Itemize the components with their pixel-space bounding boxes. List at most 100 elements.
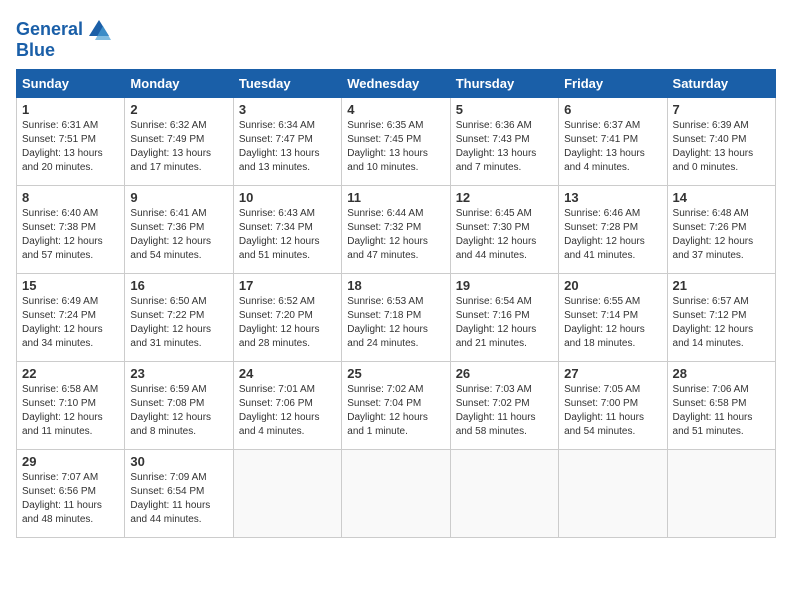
day-number: 29 bbox=[22, 454, 119, 469]
day-number: 19 bbox=[456, 278, 553, 293]
day-cell-7: 7 Sunrise: 6:39 AMSunset: 7:40 PMDayligh… bbox=[667, 98, 775, 186]
calendar-week-4: 29 Sunrise: 7:07 AMSunset: 6:56 PMDaylig… bbox=[17, 450, 776, 538]
weekday-header-monday: Monday bbox=[125, 70, 233, 98]
day-number: 13 bbox=[564, 190, 661, 205]
day-detail: Sunrise: 6:43 AMSunset: 7:34 PMDaylight:… bbox=[239, 208, 320, 261]
calendar-week-3: 22 Sunrise: 6:58 AMSunset: 7:10 PMDaylig… bbox=[17, 362, 776, 450]
day-detail: Sunrise: 6:32 AMSunset: 7:49 PMDaylight:… bbox=[130, 120, 211, 173]
day-number: 10 bbox=[239, 190, 336, 205]
day-number: 26 bbox=[456, 366, 553, 381]
day-number: 1 bbox=[22, 102, 119, 117]
page-header: General Blue bbox=[16, 16, 776, 61]
day-detail: Sunrise: 6:57 AMSunset: 7:12 PMDaylight:… bbox=[673, 296, 754, 349]
logo-text: General bbox=[16, 20, 83, 40]
empty-cell bbox=[559, 450, 667, 538]
day-number: 27 bbox=[564, 366, 661, 381]
day-cell-17: 17 Sunrise: 6:52 AMSunset: 7:20 PMDaylig… bbox=[233, 274, 341, 362]
day-cell-19: 19 Sunrise: 6:54 AMSunset: 7:16 PMDaylig… bbox=[450, 274, 558, 362]
weekday-header-wednesday: Wednesday bbox=[342, 70, 450, 98]
day-cell-2: 2 Sunrise: 6:32 AMSunset: 7:49 PMDayligh… bbox=[125, 98, 233, 186]
day-cell-11: 11 Sunrise: 6:44 AMSunset: 7:32 PMDaylig… bbox=[342, 186, 450, 274]
day-number: 12 bbox=[456, 190, 553, 205]
day-detail: Sunrise: 7:02 AMSunset: 7:04 PMDaylight:… bbox=[347, 384, 428, 437]
day-detail: Sunrise: 6:53 AMSunset: 7:18 PMDaylight:… bbox=[347, 296, 428, 349]
day-cell-24: 24 Sunrise: 7:01 AMSunset: 7:06 PMDaylig… bbox=[233, 362, 341, 450]
day-detail: Sunrise: 6:58 AMSunset: 7:10 PMDaylight:… bbox=[22, 384, 103, 437]
day-cell-15: 15 Sunrise: 6:49 AMSunset: 7:24 PMDaylig… bbox=[17, 274, 125, 362]
day-detail: Sunrise: 6:49 AMSunset: 7:24 PMDaylight:… bbox=[22, 296, 103, 349]
day-detail: Sunrise: 6:31 AMSunset: 7:51 PMDaylight:… bbox=[22, 120, 103, 173]
logo-icon bbox=[85, 16, 113, 44]
day-cell-1: 1 Sunrise: 6:31 AMSunset: 7:51 PMDayligh… bbox=[17, 98, 125, 186]
day-detail: Sunrise: 6:40 AMSunset: 7:38 PMDaylight:… bbox=[22, 208, 103, 261]
day-number: 11 bbox=[347, 190, 444, 205]
day-number: 16 bbox=[130, 278, 227, 293]
day-cell-18: 18 Sunrise: 6:53 AMSunset: 7:18 PMDaylig… bbox=[342, 274, 450, 362]
day-detail: Sunrise: 6:34 AMSunset: 7:47 PMDaylight:… bbox=[239, 120, 320, 173]
day-detail: Sunrise: 6:50 AMSunset: 7:22 PMDaylight:… bbox=[130, 296, 211, 349]
day-number: 8 bbox=[22, 190, 119, 205]
day-cell-28: 28 Sunrise: 7:06 AMSunset: 6:58 PMDaylig… bbox=[667, 362, 775, 450]
day-number: 30 bbox=[130, 454, 227, 469]
day-number: 23 bbox=[130, 366, 227, 381]
day-number: 14 bbox=[673, 190, 770, 205]
day-number: 6 bbox=[564, 102, 661, 117]
day-detail: Sunrise: 6:41 AMSunset: 7:36 PMDaylight:… bbox=[130, 208, 211, 261]
day-number: 18 bbox=[347, 278, 444, 293]
day-cell-14: 14 Sunrise: 6:48 AMSunset: 7:26 PMDaylig… bbox=[667, 186, 775, 274]
day-cell-3: 3 Sunrise: 6:34 AMSunset: 7:47 PMDayligh… bbox=[233, 98, 341, 186]
day-cell-9: 9 Sunrise: 6:41 AMSunset: 7:36 PMDayligh… bbox=[125, 186, 233, 274]
day-detail: Sunrise: 6:48 AMSunset: 7:26 PMDaylight:… bbox=[673, 208, 754, 261]
day-detail: Sunrise: 7:09 AMSunset: 6:54 PMDaylight:… bbox=[130, 472, 210, 525]
day-detail: Sunrise: 7:01 AMSunset: 7:06 PMDaylight:… bbox=[239, 384, 320, 437]
day-number: 22 bbox=[22, 366, 119, 381]
day-number: 15 bbox=[22, 278, 119, 293]
day-number: 4 bbox=[347, 102, 444, 117]
weekday-header-tuesday: Tuesday bbox=[233, 70, 341, 98]
empty-cell bbox=[233, 450, 341, 538]
day-cell-13: 13 Sunrise: 6:46 AMSunset: 7:28 PMDaylig… bbox=[559, 186, 667, 274]
day-detail: Sunrise: 6:36 AMSunset: 7:43 PMDaylight:… bbox=[456, 120, 537, 173]
day-cell-16: 16 Sunrise: 6:50 AMSunset: 7:22 PMDaylig… bbox=[125, 274, 233, 362]
day-number: 25 bbox=[347, 366, 444, 381]
day-cell-23: 23 Sunrise: 6:59 AMSunset: 7:08 PMDaylig… bbox=[125, 362, 233, 450]
calendar-table: SundayMondayTuesdayWednesdayThursdayFrid… bbox=[16, 69, 776, 538]
day-number: 3 bbox=[239, 102, 336, 117]
calendar-week-2: 15 Sunrise: 6:49 AMSunset: 7:24 PMDaylig… bbox=[17, 274, 776, 362]
empty-cell bbox=[667, 450, 775, 538]
weekday-header-friday: Friday bbox=[559, 70, 667, 98]
day-detail: Sunrise: 7:05 AMSunset: 7:00 PMDaylight:… bbox=[564, 384, 644, 437]
day-cell-22: 22 Sunrise: 6:58 AMSunset: 7:10 PMDaylig… bbox=[17, 362, 125, 450]
day-cell-27: 27 Sunrise: 7:05 AMSunset: 7:00 PMDaylig… bbox=[559, 362, 667, 450]
day-detail: Sunrise: 7:07 AMSunset: 6:56 PMDaylight:… bbox=[22, 472, 102, 525]
day-detail: Sunrise: 6:45 AMSunset: 7:30 PMDaylight:… bbox=[456, 208, 537, 261]
day-cell-26: 26 Sunrise: 7:03 AMSunset: 7:02 PMDaylig… bbox=[450, 362, 558, 450]
weekday-header-saturday: Saturday bbox=[667, 70, 775, 98]
day-detail: Sunrise: 6:39 AMSunset: 7:40 PMDaylight:… bbox=[673, 120, 754, 173]
day-cell-25: 25 Sunrise: 7:02 AMSunset: 7:04 PMDaylig… bbox=[342, 362, 450, 450]
day-cell-8: 8 Sunrise: 6:40 AMSunset: 7:38 PMDayligh… bbox=[17, 186, 125, 274]
day-cell-20: 20 Sunrise: 6:55 AMSunset: 7:14 PMDaylig… bbox=[559, 274, 667, 362]
day-cell-4: 4 Sunrise: 6:35 AMSunset: 7:45 PMDayligh… bbox=[342, 98, 450, 186]
day-detail: Sunrise: 6:55 AMSunset: 7:14 PMDaylight:… bbox=[564, 296, 645, 349]
day-cell-30: 30 Sunrise: 7:09 AMSunset: 6:54 PMDaylig… bbox=[125, 450, 233, 538]
logo: General Blue bbox=[16, 16, 113, 61]
day-number: 21 bbox=[673, 278, 770, 293]
day-number: 5 bbox=[456, 102, 553, 117]
day-cell-10: 10 Sunrise: 6:43 AMSunset: 7:34 PMDaylig… bbox=[233, 186, 341, 274]
day-number: 24 bbox=[239, 366, 336, 381]
day-number: 17 bbox=[239, 278, 336, 293]
day-detail: Sunrise: 6:37 AMSunset: 7:41 PMDaylight:… bbox=[564, 120, 645, 173]
day-detail: Sunrise: 6:44 AMSunset: 7:32 PMDaylight:… bbox=[347, 208, 428, 261]
calendar-header-row: SundayMondayTuesdayWednesdayThursdayFrid… bbox=[17, 70, 776, 98]
day-cell-5: 5 Sunrise: 6:36 AMSunset: 7:43 PMDayligh… bbox=[450, 98, 558, 186]
day-cell-6: 6 Sunrise: 6:37 AMSunset: 7:41 PMDayligh… bbox=[559, 98, 667, 186]
day-cell-21: 21 Sunrise: 6:57 AMSunset: 7:12 PMDaylig… bbox=[667, 274, 775, 362]
day-cell-12: 12 Sunrise: 6:45 AMSunset: 7:30 PMDaylig… bbox=[450, 186, 558, 274]
day-detail: Sunrise: 6:54 AMSunset: 7:16 PMDaylight:… bbox=[456, 296, 537, 349]
day-number: 7 bbox=[673, 102, 770, 117]
day-number: 9 bbox=[130, 190, 227, 205]
day-number: 2 bbox=[130, 102, 227, 117]
day-cell-29: 29 Sunrise: 7:07 AMSunset: 6:56 PMDaylig… bbox=[17, 450, 125, 538]
empty-cell bbox=[342, 450, 450, 538]
